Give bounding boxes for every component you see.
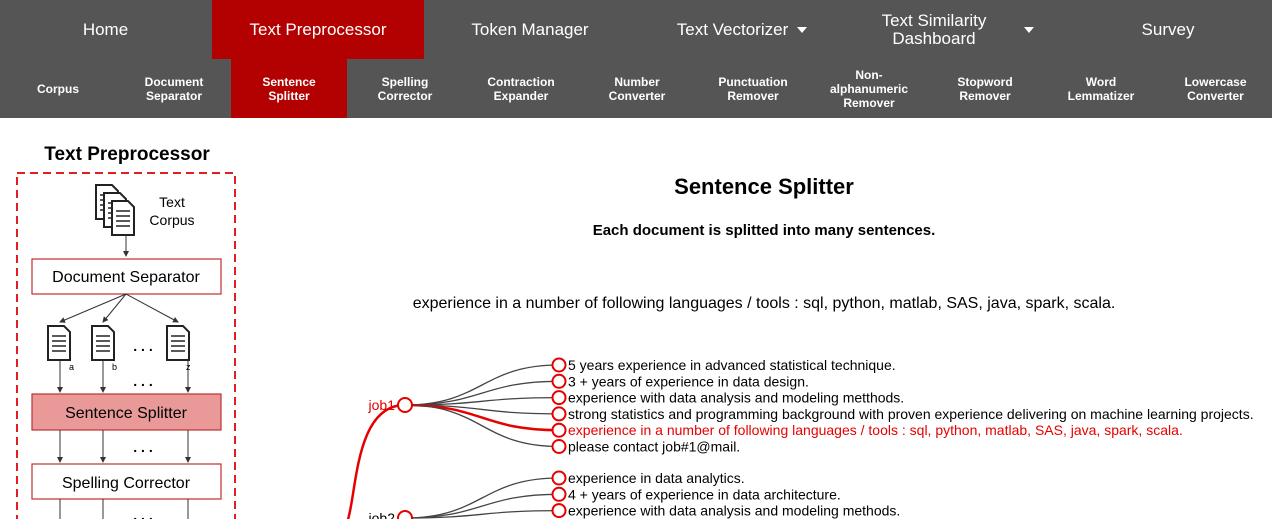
page-subtitle: Each document is splitted into many sent…	[592, 222, 936, 239]
chevron-down-icon	[797, 26, 808, 33]
sentence-node[interactable]	[551, 406, 567, 422]
corpus-documents-icon	[95, 184, 135, 236]
sentence-label: 4 + years of experience in data architec…	[568, 486, 841, 502]
sentence-node[interactable]	[551, 486, 567, 502]
sentence-label: experience in data analytics.	[568, 470, 745, 486]
tree-link	[404, 477, 560, 519]
document-z-label: z	[186, 362, 191, 372]
selected-sentence-text: experience in a number of following lang…	[412, 295, 1116, 312]
document-separator-label: Document Separator	[52, 269, 200, 286]
sentence-label: 5 years experience in advanced statistic…	[568, 357, 896, 373]
job-label: job2	[368, 510, 396, 519]
sentence-label: strong statistics and programming backgr…	[568, 406, 1254, 422]
document-b-label: b	[112, 362, 117, 372]
tree-link	[404, 493, 560, 519]
subnav-lowercase-converter-label: Lowercase Converter	[1184, 74, 1247, 103]
sentence-node[interactable]	[551, 422, 567, 438]
nav-text-similarity-dashboard[interactable]: Text Similarity Dashboard	[848, 0, 1060, 59]
subnav-sentence-splitter-label: Sentence Splitter	[262, 74, 316, 103]
sentence-node[interactable]	[551, 357, 567, 373]
nav-survey-label: Survey	[1141, 19, 1195, 39]
arrows-ellipsis-3: . . .	[133, 507, 152, 519]
sentence-node[interactable]	[551, 439, 567, 454]
nav-survey[interactable]: Survey	[1064, 0, 1272, 59]
subnav-word-lemmatizer-label: Word Lemmatizer	[1067, 74, 1135, 103]
subnav-word-lemmatizer[interactable]: Word Lemmatizer	[1043, 59, 1159, 118]
pipeline-diagram: Text Preprocessor Text Corpus Document S…	[16, 144, 236, 519]
corpus-label-text: Text	[159, 194, 185, 210]
sentence-node[interactable]	[551, 470, 567, 486]
subnav-spelling-corrector-label: Spelling Corrector	[377, 74, 433, 103]
corpus-label-corpus: Corpus	[149, 212, 194, 228]
job-label: job1	[368, 397, 396, 413]
tree-link	[404, 396, 560, 406]
nav-text-similarity-dashboard-label: Text Similarity Dashboard	[881, 10, 987, 48]
document-b-icon	[91, 325, 115, 361]
sentence-label: experience in a number of following lang…	[568, 422, 1183, 438]
subnav-contraction-expander[interactable]: Contraction Expander	[463, 59, 579, 118]
page-title: Sentence Splitter	[674, 174, 854, 199]
spelling-corrector-label: Spelling Corrector	[62, 475, 191, 492]
subnav-punctuation-remover[interactable]: Punctuation Remover	[695, 59, 811, 118]
subnav-lowercase-converter[interactable]: Lowercase Converter	[1159, 59, 1272, 118]
docs-ellipsis: . . .	[133, 338, 152, 354]
sentence-label: 3 + years of experience in data design.	[568, 373, 809, 389]
tree-link	[346, 403, 406, 519]
tree-link	[404, 509, 560, 519]
document-a-label: a	[69, 362, 74, 372]
tree-link	[404, 380, 560, 406]
sentence-splitter-label: Sentence Splitter	[65, 405, 188, 422]
document-a-icon	[47, 325, 71, 361]
subnav-non-alphanumeric-remover-label: Non-alphanumeric Remover	[829, 67, 909, 110]
sentence-node[interactable]	[551, 390, 567, 406]
job-node[interactable]	[397, 397, 413, 413]
tree-link	[404, 404, 560, 448]
subnav-contraction-expander-label: Contraction Expander	[487, 74, 555, 103]
subnav-spelling-corrector[interactable]: Spelling Corrector	[347, 59, 463, 118]
subnav-number-converter-label: Number Converter	[608, 74, 666, 103]
arrows-ellipsis-2: . . .	[133, 439, 152, 455]
subnav-punctuation-remover-label: Punctuation Remover	[718, 74, 788, 103]
sentence-node[interactable]	[551, 503, 567, 519]
diagram-title: Text Preprocessor	[44, 144, 210, 165]
chevron-down-icon	[1024, 26, 1034, 33]
tree-link	[404, 364, 560, 406]
tree-link	[404, 404, 560, 415]
sentence-label: experience with data analysis and modeli…	[568, 390, 904, 406]
nav-token-manager-label: Token Manager	[471, 19, 589, 39]
document-z-icon	[166, 325, 190, 361]
nav-text-vectorizer[interactable]: Text Vectorizer	[636, 0, 848, 59]
sentence-node[interactable]	[551, 373, 567, 389]
subnav-number-converter[interactable]: Number Converter	[579, 59, 695, 118]
subnav-stopword-remover-label: Stopword Remover	[957, 74, 1013, 103]
sentence-label: experience with data analysis and modeli…	[568, 503, 900, 519]
subnav-non-alphanumeric-remover[interactable]: Non-alphanumeric Remover	[811, 59, 927, 118]
tree-link	[404, 403, 560, 432]
job-node[interactable]	[397, 510, 413, 519]
nav-text-vectorizer-label: Text Vectorizer	[676, 19, 789, 39]
arrows-ellipsis-1: . . .	[133, 373, 152, 389]
nav-token-manager[interactable]: Token Manager	[424, 0, 636, 59]
subnav-stopword-remover[interactable]: Stopword Remover	[927, 59, 1043, 118]
sentence-label: please contact job#1@mail.	[568, 439, 740, 455]
nav-text-preprocessor-label: Text Preprocessor	[249, 19, 387, 39]
